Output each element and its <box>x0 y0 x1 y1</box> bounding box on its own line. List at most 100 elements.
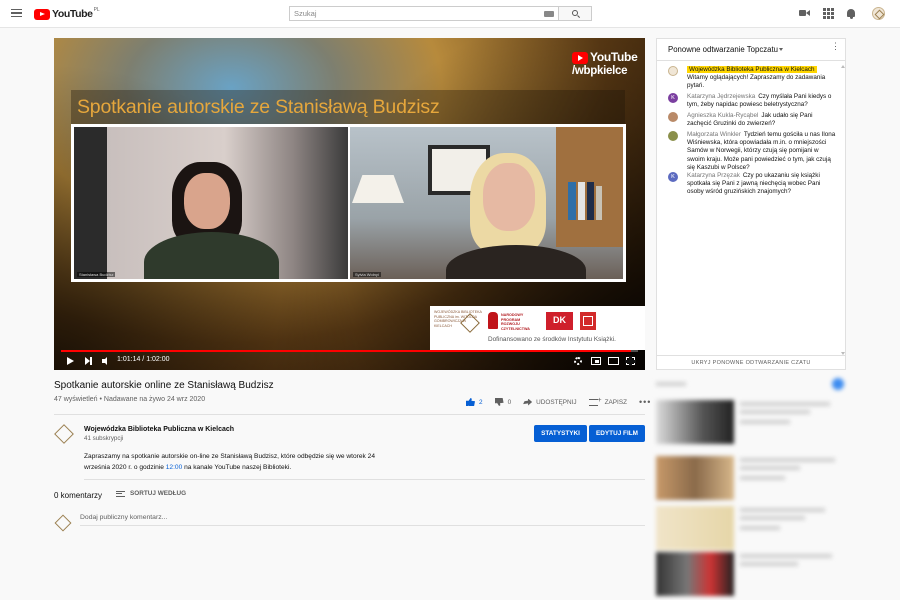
logo-region: PL <box>93 7 100 13</box>
ministry-logo-icon <box>580 312 596 330</box>
channel-logo-icon <box>54 424 74 444</box>
next-icon[interactable] <box>85 357 93 365</box>
rec-text <box>740 402 830 406</box>
rec-text <box>740 476 785 480</box>
chat-message-text: Witamy oglądających! Zapraszamy do zadaw… <box>687 74 826 90</box>
youtube-play-icon <box>34 8 50 20</box>
thumb-up-icon <box>466 398 475 406</box>
nprcz-figure-icon <box>488 312 498 329</box>
watermark-brand: YouTube <box>590 50 638 64</box>
video-description: Zapraszamy na spotkanie autorskie on-lin… <box>84 452 384 473</box>
video-title: Spotkanie autorskie online ze Stanisławą… <box>54 380 274 391</box>
description-timestamp-link[interactable]: 12:00 <box>166 464 183 471</box>
channel-logo-icon <box>54 514 72 532</box>
channel-avatar[interactable] <box>54 424 74 444</box>
time-total: 1:02:00 <box>146 356 170 363</box>
recommendations <box>656 378 846 600</box>
logo-text: YouTube <box>52 8 93 20</box>
description-text-end: na kanale YouTube naszej Biblioteki. <box>182 463 292 471</box>
volume-icon[interactable] <box>102 357 112 365</box>
chat-author-name[interactable]: Wojewódzka Biblioteka Publiczna w Kielca… <box>687 66 817 73</box>
recommendation-item[interactable] <box>656 552 846 600</box>
search-button[interactable] <box>559 6 592 21</box>
rec-thumbnail <box>656 552 734 596</box>
rec-text <box>740 516 805 520</box>
rec-text <box>740 420 790 424</box>
commenter-avatar <box>54 514 72 532</box>
top-bar: YouTube PL Szukaj <box>0 0 900 28</box>
banner-title: Spotkanie autorskie ze Stanisławą Budzis… <box>77 96 440 118</box>
theater-mode-icon[interactable] <box>608 357 619 365</box>
thumb-down-icon <box>494 398 504 406</box>
play-icon[interactable] <box>67 357 74 365</box>
settings-icon[interactable] <box>574 357 582 365</box>
edit-video-button[interactable]: EDYTUJ FILM <box>589 425 645 442</box>
book <box>568 182 576 220</box>
menu-icon[interactable] <box>11 9 22 17</box>
autoplay-toggle[interactable] <box>832 378 844 390</box>
person-body <box>144 232 279 279</box>
account-avatar[interactable] <box>872 7 885 20</box>
camera-add-icon[interactable] <box>799 8 810 19</box>
chat-author-avatar <box>668 112 678 122</box>
youtube-logo[interactable]: YouTube PL <box>34 7 100 20</box>
time-current: 1:01:14 <box>117 356 141 363</box>
chat-author-name[interactable]: Katarzyna Jędrzejewska <box>687 93 755 100</box>
camera-right: Sylvia Wolnyi <box>350 127 623 279</box>
sort-comments-button[interactable]: SORTUJ WEDŁUG <box>116 490 186 497</box>
sort-label: SORTUJ WEDŁUG <box>130 490 187 497</box>
subscriber-count: 41 subskrypcji <box>84 435 124 442</box>
watermark-handle: /wbpkielce <box>572 65 628 77</box>
chat-mode-dropdown[interactable]: Ponowne odtwarzanie Topczatu <box>668 45 778 54</box>
recommendation-item[interactable] <box>656 506 846 554</box>
book <box>587 182 594 220</box>
time-display: 1:01:14 / 1:02:00 <box>117 356 170 363</box>
recommendation-item[interactable] <box>656 400 846 448</box>
analytics-button[interactable]: STATYSTYKI <box>534 425 587 442</box>
share-icon <box>523 398 533 406</box>
channel-name[interactable]: Wojewódzka Biblioteka Publiczna w Kielca… <box>84 426 234 433</box>
fullscreen-icon[interactable] <box>625 356 636 366</box>
keyboard-icon[interactable] <box>544 11 554 17</box>
rec-thumbnail <box>656 506 734 550</box>
chat-more-button[interactable]: ⋮ <box>831 42 840 51</box>
comments-count: 0 komentarzy <box>54 491 103 500</box>
playlist-add-icon <box>588 397 602 406</box>
hide-chat-button[interactable]: UKRYJ PONOWNE ODTWARZANIE CZATU <box>657 355 845 370</box>
nprcz-logo: NARODOWY PROGRAM ROZWOJU CZYTELNICTWA <box>488 312 538 334</box>
miniplayer-icon[interactable] <box>591 357 601 365</box>
more-actions-button[interactable]: ••• <box>639 397 651 407</box>
like-count: 2 <box>479 398 483 406</box>
person-face <box>483 163 535 231</box>
apps-icon[interactable] <box>823 8 834 19</box>
chat-author-name[interactable]: Katarzyna Przęzak <box>687 172 740 179</box>
video-player[interactable]: YouTube /wbpkielce Spotkanie autorskie z… <box>54 38 645 370</box>
dislike-button[interactable]: 0 <box>494 398 512 406</box>
rec-text <box>740 562 798 566</box>
chat-header: Ponowne odtwarzanie Topczatu ⋮ <box>657 39 845 61</box>
video-watermark: YouTube /wbpkielce <box>572 50 638 80</box>
rec-text <box>740 410 810 414</box>
search-placeholder: Szukaj <box>294 9 317 18</box>
recommendation-item[interactable] <box>656 456 846 504</box>
chat-author-avatar: K <box>668 93 678 103</box>
dislike-count: 0 <box>507 398 512 406</box>
share-button[interactable]: UDOSTĘPNIJ <box>523 398 577 406</box>
rec-text <box>740 458 835 462</box>
save-button[interactable]: ZAPISZ <box>588 397 627 406</box>
chat-author-name[interactable]: Agnieszka Kukla-Rycąbel <box>687 112 758 119</box>
chat-scrollbar[interactable] <box>841 65 845 355</box>
camera-right-name: Sylvia Wolnyi <box>353 272 381 277</box>
camera-left-name: Stanisława Budzisz <box>77 272 116 277</box>
bell-icon[interactable] <box>846 8 857 19</box>
chevron-down-icon[interactable] <box>779 48 783 51</box>
search-input[interactable]: Szukaj <box>289 6 559 21</box>
chat-author-name[interactable]: Małgorzata Winkler <box>687 131 741 138</box>
save-label: ZAPISZ <box>604 398 627 406</box>
lamp <box>352 175 404 203</box>
video-banner: Spotkanie autorskie ze Stanisławą Budzis… <box>71 90 625 124</box>
chat-message: K Katarzyna Przęzak Czy po ukazaniu się ks… <box>667 172 837 197</box>
chat-message: K Katarzyna Jędrzejewska Czy myślała Pani … <box>667 93 837 109</box>
like-button[interactable]: 2 <box>466 398 483 406</box>
comment-input[interactable]: Dodaj publiczny komentarz... <box>80 514 645 526</box>
